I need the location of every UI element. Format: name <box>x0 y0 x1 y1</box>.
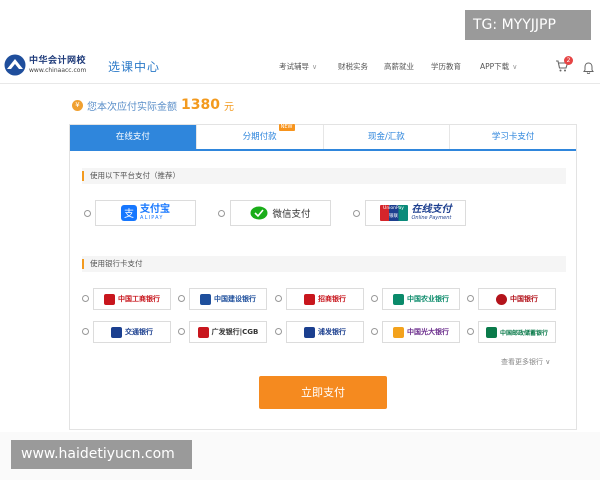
ceb-logo-icon <box>393 326 404 338</box>
bank-cgb[interactable]: 广发银行|CGB <box>189 321 267 343</box>
site-logo[interactable]: 中华会计网校 www.chinaacc.com <box>4 52 96 78</box>
bank-boc[interactable]: 中国银行 <box>478 288 556 310</box>
chevron-down-icon: ∨ <box>545 358 551 366</box>
logo-name: 中华会计网校 <box>29 55 87 66</box>
watermark-bottom: www.haidetiyucn.com <box>11 440 192 469</box>
nav-item-jobs[interactable]: 高薪就业 <box>384 61 414 72</box>
radio-psbc[interactable] <box>467 328 474 335</box>
page: 中华会计网校 www.chinaacc.com 选课中心 考试辅导 ∨ 财税实务 … <box>0 0 600 480</box>
tab-label: 在线支付 <box>115 132 150 142</box>
unionpay-icon: UnionPay 银联 <box>379 205 408 221</box>
radio-icbc[interactable] <box>82 295 89 302</box>
watermark-top: TG: MYYJJPP <box>465 10 591 40</box>
bank-abc[interactable]: 中国农业银行 <box>382 288 460 310</box>
bank-spdb[interactable]: 浦发银行 <box>286 321 364 343</box>
cgb-logo-icon <box>197 326 209 338</box>
new-badge: NEW <box>278 124 295 131</box>
nav-item-degree[interactable]: 学历教育 <box>431 61 461 72</box>
bell-icon[interactable] <box>583 59 594 75</box>
nav-label: 考试辅导 <box>279 62 309 71</box>
platform-section-title: 使用以下平台支付（推荐） <box>82 168 566 184</box>
tab-study-card[interactable]: 学习卡支付 <box>450 125 576 149</box>
site-title: 选课中心 <box>108 60 161 74</box>
nav-item-tax[interactable]: 财税实务 <box>338 61 368 72</box>
nav-item-app[interactable]: APP下载 ∨ <box>480 61 517 72</box>
bank-bocom[interactable]: 交通银行 <box>93 321 171 343</box>
bank-cmb[interactable]: 招商银行 <box>286 288 364 310</box>
tab-label: 学习卡支付 <box>491 132 535 142</box>
radio-wechat[interactable] <box>218 210 225 217</box>
wechat-icon <box>250 206 268 219</box>
radio-cgb[interactable] <box>178 328 185 335</box>
nav-label: 财税实务 <box>338 62 368 71</box>
bank-label: 中国光大银行 <box>407 328 449 336</box>
abc-logo-icon <box>393 293 404 305</box>
wechat-label: 微信支付 <box>272 209 311 220</box>
ccb-logo-icon <box>200 293 211 305</box>
bank-label: 交通银行 <box>125 328 153 336</box>
option-online-payment[interactable]: UnionPay 银联 在线支付 Online Payment <box>365 200 466 226</box>
radio-boc[interactable] <box>467 295 474 302</box>
cmb-logo-icon <box>304 293 315 305</box>
amount-label: 您本次应付实际金额 <box>87 101 177 113</box>
bank-label: 中国农业银行 <box>407 295 449 303</box>
bank-label: 广发银行|CGB <box>211 328 259 336</box>
alipay-sub: ALIPAY <box>140 214 164 221</box>
amount-value: 1380 <box>181 97 220 113</box>
amount-summary: ¥ 您本次应付实际金额 1380 元 <box>72 97 234 113</box>
icbc-logo-icon <box>104 293 115 305</box>
bank-ceb[interactable]: 中国光大银行 <box>382 321 460 343</box>
spdb-logo-icon <box>304 326 315 338</box>
psbc-logo-icon <box>485 326 497 338</box>
chevron-down-icon: ∨ <box>312 62 318 71</box>
payment-panel: 在线支付 分期付款 NEW 现金/汇款 学习卡支付 使用以下平台支付（推荐） 支 … <box>69 124 577 430</box>
radio-alipay[interactable] <box>84 210 91 217</box>
tab-label: 现金/汇款 <box>367 132 405 142</box>
bank-label: 中国邮政储蓄银行 <box>499 329 548 337</box>
nav-item-exam[interactable]: 考试辅导 ∨ <box>279 61 317 72</box>
bank-icbc[interactable]: 中国工商银行 <box>93 288 171 310</box>
amount-unit: 元 <box>223 101 234 113</box>
tab-label: 分期付款 <box>242 132 277 142</box>
bank-label: 中国建设银行 <box>214 295 256 303</box>
tab-cash-transfer[interactable]: 现金/汇款 <box>324 125 451 149</box>
chevron-down-icon: ∨ <box>512 62 518 71</box>
tab-online-pay[interactable]: 在线支付 <box>70 125 197 149</box>
radio-abc[interactable] <box>371 295 378 302</box>
bank-label: 浦发银行 <box>318 328 346 336</box>
bank-label: 中国工商银行 <box>118 295 160 303</box>
logo-url: www.chinaacc.com <box>29 66 87 74</box>
bank-section-title: 使用银行卡支付 <box>82 256 566 272</box>
more-banks-label: 查看更多银行 <box>501 358 543 366</box>
bank-label: 招商银行 <box>318 295 346 303</box>
alipay-icon: 支 <box>121 205 137 221</box>
payment-tabs: 在线支付 分期付款 NEW 现金/汇款 学习卡支付 <box>70 124 576 151</box>
radio-bocom[interactable] <box>82 328 89 335</box>
logo-icon <box>4 54 26 76</box>
bank-label: 中国银行 <box>510 295 538 303</box>
radio-ccb[interactable] <box>178 295 185 302</box>
bank-psbc[interactable]: 中国邮政储蓄银行 <box>478 321 556 343</box>
radio-ceb[interactable] <box>371 328 378 335</box>
nav-label: APP下载 <box>480 62 510 71</box>
bank-ccb[interactable]: 中国建设银行 <box>189 288 267 310</box>
nav-label: 学历教育 <box>431 62 461 71</box>
option-alipay[interactable]: 支 支付宝 ALIPAY <box>95 200 196 226</box>
online-pay-sub: Online Payment <box>411 214 452 221</box>
radio-spdb[interactable] <box>275 328 282 335</box>
more-banks-link[interactable]: 查看更多银行 ∨ <box>501 357 550 367</box>
yen-icon: ¥ <box>72 99 83 111</box>
radio-cmb[interactable] <box>275 295 282 302</box>
bocom-logo-icon <box>111 326 122 338</box>
option-wechat-pay[interactable]: 微信支付 <box>230 200 331 226</box>
pay-now-button[interactable]: 立即支付 <box>259 376 387 409</box>
svg-text:支: 支 <box>124 208 134 220</box>
cart-count-badge: 2 <box>564 56 573 65</box>
tab-installment[interactable]: 分期付款 NEW <box>197 124 324 149</box>
radio-unionpay[interactable] <box>353 210 360 217</box>
boc-logo-icon <box>496 293 507 305</box>
nav-label: 高薪就业 <box>384 62 414 71</box>
